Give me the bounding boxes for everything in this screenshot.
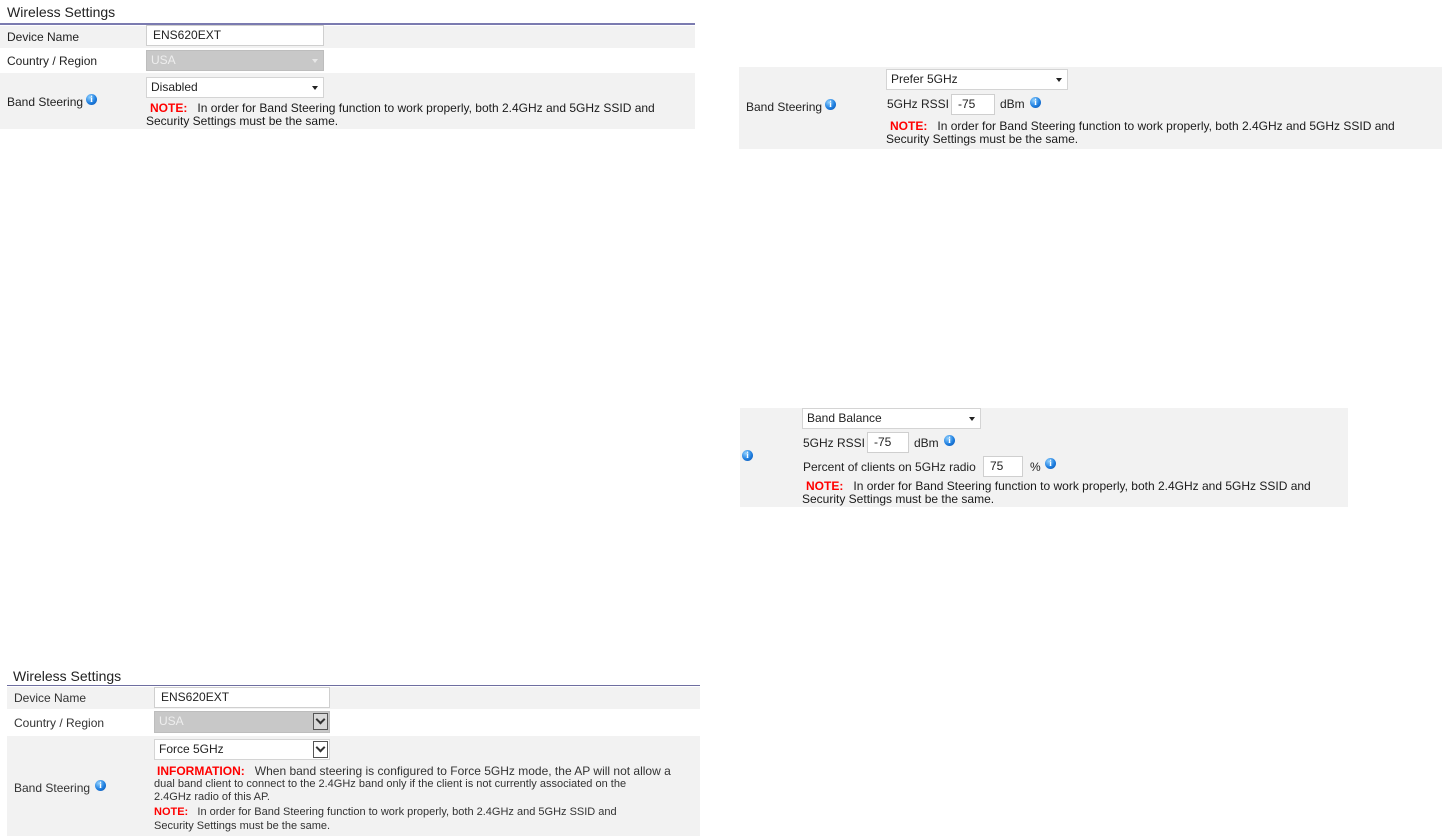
band-steering-value: Band Balance <box>807 411 882 425</box>
info-icon[interactable]: i <box>1045 458 1056 469</box>
info-text-1: When band steering is configured to Forc… <box>254 764 671 778</box>
chevron-down-icon <box>969 417 975 421</box>
country-select: USA <box>154 711 330 733</box>
band-steering-select[interactable]: Disabled <box>146 77 324 98</box>
rssi-input[interactable]: -75 <box>951 94 995 115</box>
country-value: USA <box>151 53 176 67</box>
device-name-input[interactable]: ENS620EXT <box>154 687 330 708</box>
note-line-2: Security Settings must be the same. <box>154 820 331 832</box>
info-icon[interactable]: i <box>95 780 106 791</box>
info-line-2: dual band client to connect to the 2.4GH… <box>154 778 627 790</box>
info-icon[interactable]: i <box>944 435 955 446</box>
device-name-input[interactable]: ENS620EXT <box>146 25 324 46</box>
note-text: In order for Band Steering function to w… <box>197 101 655 115</box>
rssi-label: 5GHz RSSI <box>887 97 950 111</box>
country-select: USA <box>146 50 324 71</box>
device-name-label: Device Name <box>7 30 80 44</box>
country-label: Country / Region <box>14 716 105 730</box>
rssi-unit: dBm <box>1000 97 1025 111</box>
note-line-2: Security Settings must be the same. <box>886 132 1079 146</box>
band-steering-value: Disabled <box>151 80 198 94</box>
rssi-label: 5GHz RSSI <box>803 436 866 450</box>
percent-label: Percent of clients on 5GHz radio <box>803 460 976 474</box>
info-icon[interactable]: i <box>1030 97 1041 108</box>
info-icon[interactable]: i <box>86 94 97 105</box>
info-icon[interactable]: i <box>825 99 836 110</box>
note-key: NOTE: <box>806 479 844 493</box>
band-steering-value: Prefer 5GHz <box>891 72 958 86</box>
note-key: NOTE: <box>150 101 188 115</box>
band-steering-label: Band Steering <box>14 781 91 795</box>
device-name-label: Device Name <box>14 691 87 705</box>
note-key: NOTE: <box>890 119 928 133</box>
band-steering-row <box>739 67 1442 149</box>
title-divider <box>7 685 700 686</box>
info-line-1: INFORMATION: When band steering is confi… <box>157 765 671 778</box>
title-divider <box>0 23 695 25</box>
band-steering-select[interactable]: Force 5GHz <box>154 739 330 760</box>
note-line-2: Security Settings must be the same. <box>146 114 339 128</box>
note-text: In order for Band Steering function to w… <box>853 479 1311 493</box>
note-line-2: Security Settings must be the same. <box>802 492 995 506</box>
note-line: NOTE: In order for Band Steering functio… <box>154 806 617 819</box>
info-icon[interactable]: i <box>742 450 753 461</box>
panel-title: Wireless Settings <box>13 668 122 684</box>
chevron-down-icon <box>313 713 328 730</box>
note-text: In order for Band Steering function to w… <box>937 119 1395 133</box>
country-row <box>0 50 695 71</box>
country-label: Country / Region <box>7 54 98 68</box>
country-value: USA <box>159 714 184 728</box>
band-steering-value: Force 5GHz <box>159 742 224 756</box>
chevron-down-icon <box>312 86 318 90</box>
band-steering-select[interactable]: Prefer 5GHz <box>886 69 1068 90</box>
band-steering-select[interactable]: Band Balance <box>802 408 981 429</box>
chevron-down-icon <box>1056 78 1062 82</box>
percent-unit: % <box>1030 460 1041 474</box>
band-steering-label: Band Steering <box>7 95 84 109</box>
chevron-down-icon <box>312 59 318 63</box>
info-line-3: 2.4GHz radio of this AP. <box>154 791 270 803</box>
chevron-down-icon <box>313 741 328 758</box>
device-name-row <box>7 687 700 709</box>
device-name-row <box>0 26 695 48</box>
panel-title: Wireless Settings <box>7 4 116 20</box>
info-key: INFORMATION: <box>157 764 245 778</box>
rssi-unit: dBm <box>914 436 939 450</box>
band-steering-label: Band Steering <box>746 100 823 114</box>
rssi-input[interactable]: -75 <box>867 432 909 453</box>
note-key: NOTE: <box>154 806 189 818</box>
note-text: In order for Band Steering function to w… <box>197 806 617 818</box>
percent-input[interactable]: 75 <box>983 456 1023 477</box>
